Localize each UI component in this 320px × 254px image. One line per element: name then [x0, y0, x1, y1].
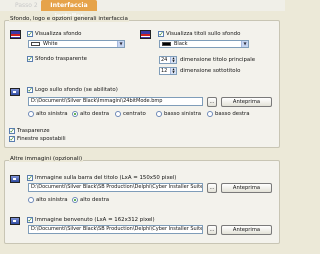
transparency-checkbox[interactable]: [9, 127, 15, 135]
background-color-select[interactable]: White ▼: [28, 40, 125, 48]
titlebar-image-icon: [10, 175, 20, 183]
welcome-image-icon: [10, 217, 20, 225]
spin-arrows-icon[interactable]: ▲ ▼: [170, 57, 176, 63]
tab-previous[interactable]: Passo 2: [12, 1, 41, 11]
show-background-checkbox[interactable]: [27, 30, 33, 38]
position-radio-bottom-right[interactable]: [207, 111, 213, 117]
position-label-top-right: alto destra: [80, 110, 110, 117]
background-color-swatch: [31, 42, 40, 46]
position-radio-top-left[interactable]: [28, 111, 34, 117]
transparent-background-checkbox[interactable]: [27, 55, 33, 63]
background-color-value: White: [43, 41, 58, 47]
titlebar-image-checkbox[interactable]: [27, 174, 33, 182]
main-title-size-label: dimensione titolo principale: [180, 56, 256, 63]
subtitle-size-spinner[interactable]: 12 ▲ ▼: [159, 67, 177, 75]
logo-checkbox[interactable]: [27, 86, 33, 94]
subtitle-size-label: dimensione sottotitolo: [180, 67, 241, 74]
titlebar-radio-top-left[interactable]: [28, 197, 34, 203]
show-titles-label: Visualizza titoli sullo sfondo: [166, 30, 241, 37]
tab-bar: Passo 2 Interfaccia installer: [0, 0, 285, 20]
welcome-browse-button[interactable]: ...: [207, 225, 217, 235]
show-background-label: Visualizza sfondo: [35, 30, 82, 37]
position-label-bottom-right: basso destra: [215, 110, 250, 117]
transparency-label: Trasparenze: [17, 127, 50, 134]
titlebar-preview-button[interactable]: Anteprima: [221, 183, 272, 193]
main-title-size-value: 24: [161, 57, 168, 63]
position-radio-top-right[interactable]: [72, 111, 78, 117]
logo-label: Logo sullo sfondo (se abilitato): [35, 86, 118, 93]
background-logo-group-title: Sfondo, logo e opzioni generali interfac…: [9, 16, 129, 22]
main-title-size-spinner[interactable]: 24 ▲ ▼: [159, 56, 177, 64]
position-radio-center[interactable]: [115, 111, 121, 117]
position-radio-bottom-left[interactable]: [156, 111, 162, 117]
spin-arrows-icon[interactable]: ▲ ▼: [170, 68, 176, 74]
position-label-bottom-left: basso sinistra: [164, 110, 202, 117]
welcome-preview-button[interactable]: Anteprima: [221, 225, 272, 235]
movable-windows-checkbox[interactable]: [9, 135, 15, 143]
logo-image-icon: [10, 88, 20, 96]
welcome-image-label: Immagine benvenuto (LxA = 162x312 pixel): [35, 216, 155, 223]
subtitle-size-value: 12: [161, 68, 168, 74]
titlebar-image-label: Immagine sulla barra del titolo (LxA = 1…: [35, 174, 177, 181]
other-images-group-title: Altre immagini (opzionali): [9, 156, 84, 162]
welcome-image-path-field[interactable]: D:\Documenti\Silver Black\SB Production\…: [28, 225, 203, 234]
logo-preview-button[interactable]: Anteprima: [221, 97, 272, 107]
chevron-down-icon[interactable]: ▼: [117, 41, 124, 47]
chevron-down-icon[interactable]: ▼: [241, 41, 248, 47]
titles-color-swatch: [162, 42, 171, 46]
titlebar-label-top-left: alto sinistra: [36, 196, 68, 203]
welcome-image-checkbox[interactable]: [27, 216, 33, 224]
titlebar-label-top-right: alto destra: [80, 196, 110, 203]
position-label-center: centrato: [123, 110, 146, 117]
titles-color-value: Black: [174, 41, 188, 47]
titlebar-radio-top-right[interactable]: [72, 197, 78, 203]
movable-windows-label: Finestre spostabili: [17, 135, 66, 142]
titlebar-image-path-field[interactable]: D:\Documenti\Silver Black\SB Production\…: [28, 183, 203, 192]
titles-flag-icon: [140, 30, 151, 39]
logo-browse-button[interactable]: ...: [207, 97, 217, 107]
background-flag-icon: [10, 30, 21, 39]
titlebar-browse-button[interactable]: ...: [207, 183, 217, 193]
show-titles-checkbox[interactable]: [158, 30, 164, 38]
logo-path-field[interactable]: D:\Documenti\Silver Black\Immagini\24bit…: [28, 97, 203, 106]
transparent-background-label: Sfondo trasparente: [35, 55, 87, 62]
tab-installer-interface[interactable]: Interfaccia installer: [41, 0, 97, 20]
position-label-top-left: alto sinistra: [36, 110, 68, 117]
titles-color-select[interactable]: Black ▼: [159, 40, 249, 48]
